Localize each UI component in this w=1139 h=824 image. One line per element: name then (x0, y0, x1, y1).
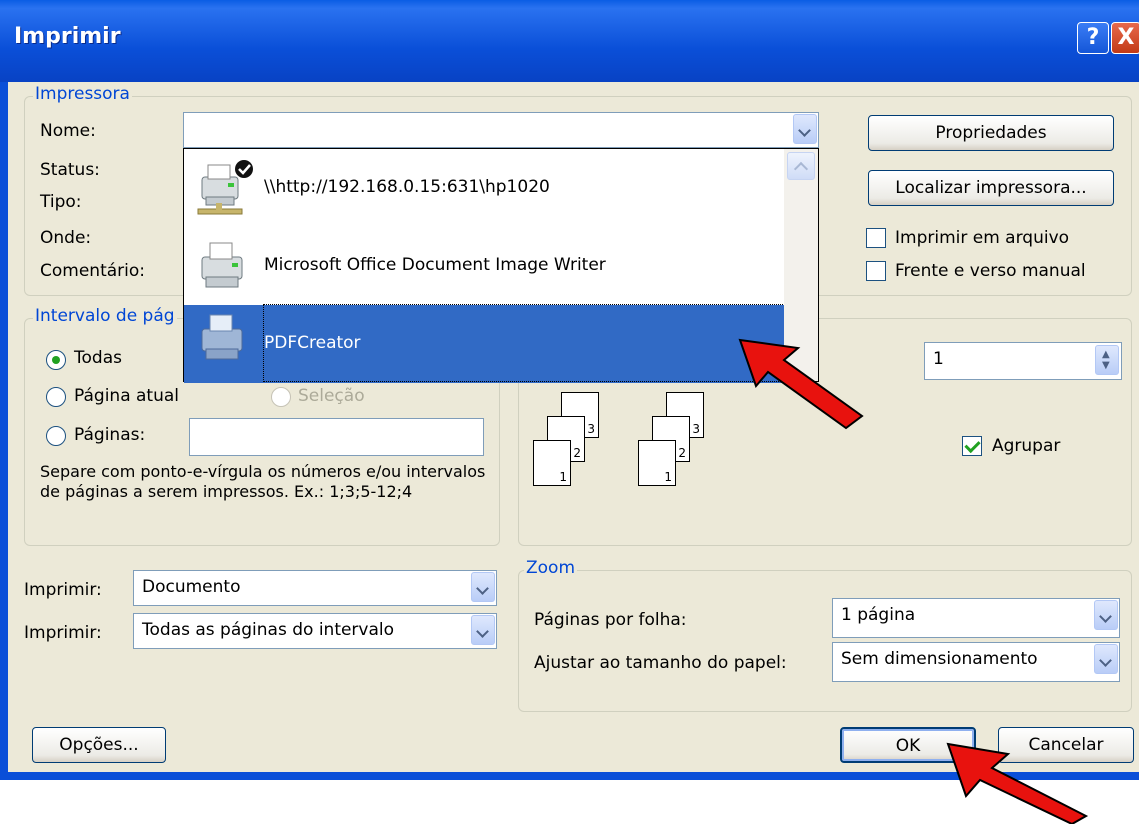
printer-option-name: Microsoft Office Document Image Writer (264, 255, 606, 275)
print-range-combo[interactable]: Todas as páginas do intervalo (133, 613, 497, 649)
options-button[interactable]: Opções... (32, 727, 166, 763)
printer-group-legend: Impressora (33, 84, 132, 104)
printer-option-mso-image-writer[interactable]: Microsoft Office Document Image Writer (184, 227, 784, 305)
current-page-radio[interactable] (46, 387, 66, 407)
scale-value: Sem dimensionamento (841, 649, 1038, 669)
print-range-label: Imprimir: (24, 623, 102, 643)
chevron-down-icon[interactable] (471, 615, 495, 645)
all-pages-label: Todas (74, 348, 122, 368)
all-pages-radio[interactable] (46, 350, 66, 370)
comment-label: Comentário: (40, 261, 145, 281)
properties-button[interactable]: Propriedades (868, 115, 1114, 151)
scale-label: Ajustar ao tamanho do papel: (534, 653, 787, 673)
selection-label: Seleção (298, 386, 365, 406)
print-what-combo[interactable]: Documento (133, 570, 497, 606)
collate-checkbox[interactable] (962, 436, 982, 456)
title-bar[interactable]: Imprimir ? X (0, 0, 1139, 82)
chevron-down-icon[interactable] (1094, 600, 1118, 630)
chevron-down-icon[interactable] (1094, 644, 1118, 674)
collated-pages-icon: 3 2 1 (638, 392, 718, 492)
pages-per-sheet-value: 1 página (841, 605, 916, 625)
pages-per-sheet-combo[interactable]: 1 página (832, 598, 1120, 638)
print-to-file-label: Imprimir em arquivo (895, 228, 1070, 248)
where-label: Onde: (40, 228, 92, 248)
pages-per-sheet-label: Páginas por folha: (534, 610, 687, 630)
type-label: Tipo: (40, 192, 82, 212)
print-to-file-checkbox[interactable] (866, 228, 886, 248)
scroll-up-button[interactable] (787, 152, 815, 180)
printer-option-name: PDFCreator (264, 333, 361, 353)
printer-option-name: \\http://192.168.0.15:631\hp1020 (264, 177, 550, 197)
page-range-legend: Intervalo de pág (33, 306, 177, 326)
chevron-down-icon[interactable] (471, 572, 495, 602)
spinner-arrows-icon[interactable]: ▲ ▼ (1095, 345, 1119, 375)
status-label: Status: (40, 160, 100, 180)
find-printer-button[interactable]: Localizar impressora... (868, 170, 1114, 206)
help-button[interactable]: ? (1077, 22, 1109, 54)
print-what-label: Imprimir: (24, 580, 102, 600)
name-label: Nome: (40, 121, 96, 141)
window-title: Imprimir (14, 24, 121, 49)
printer-option-pdfcreator[interactable]: PDFCreator (184, 304, 785, 383)
pages-label: Páginas: (74, 425, 146, 445)
manual-duplex-label: Frente e verso manual (895, 261, 1086, 281)
printer-option-hp1020[interactable]: \\http://192.168.0.15:631\hp1020 (184, 149, 784, 227)
check-icon (964, 436, 981, 454)
chevron-up-icon (793, 161, 809, 177)
close-button[interactable]: X (1111, 22, 1139, 54)
current-page-label: Página atual (74, 386, 180, 406)
collated-pages-icon: 3 2 1 (533, 392, 613, 492)
chevron-down-icon[interactable] (793, 114, 817, 144)
pages-radio[interactable] (46, 426, 66, 446)
collate-label: Agrupar (992, 436, 1061, 456)
zoom-group (518, 570, 1132, 712)
copies-count: 1 (933, 349, 944, 369)
red-arrow-icon (946, 742, 1089, 824)
printer-dropdown-list: \\http://192.168.0.15:631\hp1020 Microso… (183, 148, 819, 383)
red-arrow-icon (738, 338, 864, 430)
page-range-hint: Separe com ponto-e-vírgula os números e/… (40, 462, 486, 501)
print-range-value: Todas as páginas do intervalo (142, 620, 395, 640)
printer-icon (201, 242, 243, 288)
printer-name-combo[interactable] (183, 112, 819, 148)
manual-duplex-checkbox[interactable] (866, 261, 886, 281)
pages-input[interactable] (189, 418, 484, 456)
print-what-value: Documento (142, 577, 241, 597)
selection-radio[interactable] (271, 387, 291, 407)
printer-icon (201, 314, 243, 360)
copies-spinner[interactable]: 1 ▲ ▼ (924, 342, 1122, 380)
radio-dot (52, 356, 60, 364)
network-printer-default-icon (197, 160, 253, 215)
zoom-legend: Zoom (524, 558, 578, 578)
scale-combo[interactable]: Sem dimensionamento (832, 642, 1120, 682)
